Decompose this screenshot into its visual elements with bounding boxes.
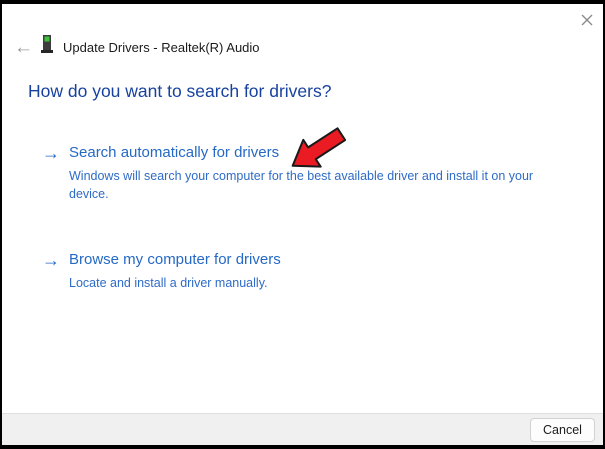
- option-description: Locate and install a driver manually.: [69, 276, 268, 290]
- close-button[interactable]: [578, 11, 596, 29]
- audio-device-icon: [40, 35, 54, 59]
- option-description: Windows will search your computer for th…: [69, 169, 534, 201]
- window-title: Update Drivers - Realtek(R) Audio: [63, 39, 260, 55]
- dialog-footer: Cancel: [2, 413, 603, 445]
- option-browse-computer[interactable]: → Browse my computer for drivers Locate …: [42, 250, 281, 292]
- back-arrow-icon[interactable]: ←: [14, 38, 40, 57]
- update-drivers-wizard-dialog: ← Update Drivers - Realtek(R) Audio How …: [0, 0, 605, 449]
- arrow-right-icon: →: [42, 250, 60, 270]
- page-heading: How do you want to search for drivers?: [28, 81, 332, 101]
- option-search-automatically[interactable]: → Search automatically for drivers Windo…: [42, 143, 537, 203]
- close-icon: [581, 14, 593, 26]
- cancel-button[interactable]: Cancel: [530, 418, 595, 442]
- option-title[interactable]: Browse my computer for drivers: [69, 251, 281, 268]
- arrow-right-icon: →: [42, 143, 60, 163]
- wizard-header: ← Update Drivers - Realtek(R) Audio: [14, 35, 260, 59]
- option-title[interactable]: Search automatically for drivers: [69, 144, 279, 161]
